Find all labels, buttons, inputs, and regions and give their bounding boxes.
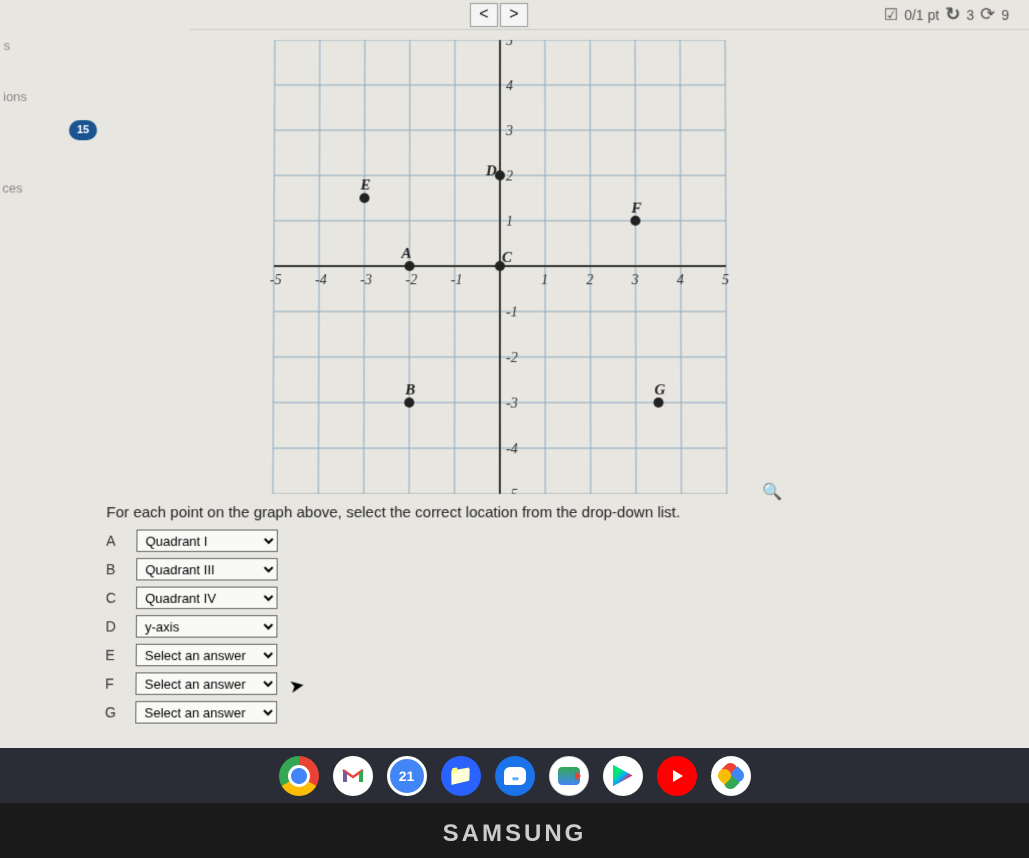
answer-row: D y-axis — [105, 615, 509, 637]
answer-label-F: F — [105, 675, 123, 691]
answer-select-C[interactable]: Quadrant IV — [136, 587, 278, 609]
photos-icon[interactable] — [711, 756, 751, 796]
graph-point-label-G: G — [654, 382, 665, 398]
graph-point-F — [630, 216, 640, 226]
graph-point-label-F: F — [630, 201, 641, 217]
y-tick-label: -4 — [506, 442, 518, 457]
answer-select-E[interactable]: Select an answer — [136, 644, 278, 666]
zoom-icon[interactable]: 🔍 — [762, 482, 782, 502]
x-tick-label: -4 — [315, 273, 327, 288]
answer-row: C Quadrant IV — [106, 587, 510, 609]
attempts-text: 3 — [966, 6, 974, 22]
answer-label-G: G — [105, 704, 123, 720]
gmail-icon[interactable] — [333, 756, 373, 796]
y-tick-label: 1 — [506, 215, 513, 230]
question-number-badge[interactable]: 15 — [69, 120, 97, 140]
answer-label-E: E — [105, 647, 123, 663]
answer-label-B: B — [106, 561, 124, 577]
x-tick-label: -2 — [405, 273, 417, 288]
points-text: 0/1 pt — [904, 6, 939, 22]
reload-icon — [980, 4, 995, 25]
answer-row: A Quadrant I — [106, 530, 510, 552]
y-tick-label: 4 — [506, 79, 513, 94]
answer-label-A: A — [106, 533, 124, 549]
graph-point-label-C: C — [502, 250, 513, 266]
laptop-brand: SAMSUNG — [0, 820, 1029, 848]
answer-row: G Select an answer — [105, 701, 510, 724]
answer-select-F[interactable]: Select an answer — [135, 672, 277, 695]
y-tick-label: -1 — [506, 305, 518, 320]
x-tick-label: 2 — [586, 273, 593, 288]
calendar-icon[interactable]: 21 — [387, 756, 427, 796]
duo-icon[interactable] — [549, 756, 589, 796]
question-prompt: For each point on the graph above, selec… — [106, 504, 680, 521]
play-store-icon[interactable] — [603, 756, 643, 796]
x-tick-label: 1 — [541, 273, 548, 288]
nav-arrows: < > — [470, 2, 528, 26]
taskbar: 21 — [0, 748, 1029, 803]
y-tick-label: 5 — [506, 40, 513, 49]
graph-point-label-D: D — [485, 163, 497, 179]
points-display: 0/1 pt 3 9 — [884, 4, 1009, 25]
coordinate-graph: -5 -4 -3 -2 -1 1 2 3 4 5 -5 -4 -3 -2 -1 1 2 3 4 5 A B C D E F G — [217, 40, 782, 494]
graph-point-A — [404, 261, 414, 271]
answer-label-C: C — [106, 590, 124, 606]
answer-select-D[interactable]: y-axis — [136, 615, 278, 637]
x-tick-label: -3 — [360, 273, 372, 288]
graph-point-label-B: B — [404, 382, 415, 398]
answer-label-D: D — [106, 618, 124, 634]
x-tick-label: 3 — [631, 273, 639, 288]
next-question-button[interactable]: > — [500, 2, 528, 26]
chrome-icon[interactable] — [279, 756, 319, 796]
y-tick-label: 3 — [505, 124, 513, 139]
y-tick-label: -3 — [506, 396, 518, 411]
top-nav: < > 0/1 pt 3 9 — [190, 0, 1029, 30]
answer-select-A[interactable]: Quadrant I — [136, 530, 277, 552]
x-tick-label: -1 — [451, 273, 463, 288]
graph-point-E — [359, 193, 369, 203]
sidebar-item[interactable]: s — [0, 30, 60, 61]
graph-point-B — [404, 397, 414, 407]
graph-point-label-A: A — [400, 246, 411, 262]
answer-select-B[interactable]: Quadrant III — [136, 558, 278, 580]
sidebar-item[interactable]: ions — [0, 81, 59, 112]
files-icon[interactable] — [441, 756, 481, 796]
prev-question-button[interactable]: < — [470, 2, 498, 26]
chat-icon[interactable] — [495, 756, 535, 796]
youtube-icon[interactable] — [657, 756, 697, 796]
y-tick-label: -2 — [506, 351, 518, 366]
y-tick-label: 2 — [506, 169, 513, 184]
answer-group: A Quadrant I B Quadrant III C Quadrant I… — [105, 530, 510, 730]
sidebar-item[interactable]: ces — [0, 172, 59, 203]
x-tick-label: 5 — [722, 273, 729, 288]
check-icon — [884, 4, 898, 24]
x-tick-label: 4 — [677, 273, 684, 288]
graph-point-label-E: E — [359, 178, 370, 194]
retries-text: 9 — [1001, 6, 1009, 22]
y-tick-label: -5 — [506, 488, 518, 494]
answer-row: F Select an answer — [105, 672, 510, 695]
answer-row: B Quadrant III — [106, 558, 510, 580]
graph-point-G — [653, 397, 663, 407]
retry-icon — [945, 4, 960, 25]
x-tick-label: -5 — [270, 273, 282, 288]
answer-select-G[interactable]: Select an answer — [135, 701, 277, 724]
left-sidebar: s ions ces — [0, 30, 60, 332]
answer-row: E Select an answer — [105, 644, 510, 666]
